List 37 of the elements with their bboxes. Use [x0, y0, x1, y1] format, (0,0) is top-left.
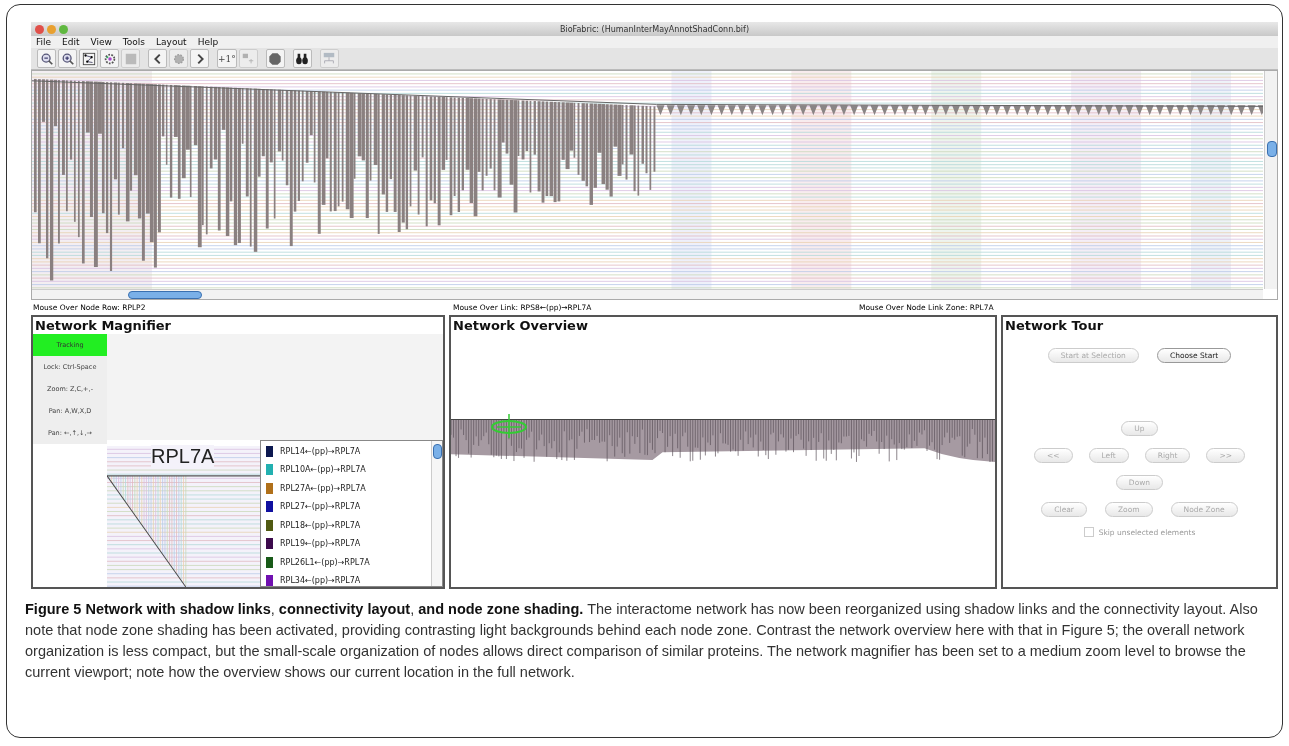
link-list-item[interactable]: RPL10A←(pp)→RPL7A [261, 460, 431, 479]
link-list-item[interactable]: RPL18←(pp)→RPL7A [261, 516, 431, 535]
minimize-icon[interactable] [47, 24, 56, 34]
binoculars-icon[interactable] [295, 51, 310, 66]
window-title: BioFabric: (HumanInterMayAnnotShadConn.bif) [559, 24, 750, 34]
menu-item[interactable]: Tools [122, 37, 146, 47]
zoom-out-icon[interactable] [39, 51, 54, 66]
zoom-window-icon[interactable] [59, 24, 68, 34]
menu-item[interactable]: View [90, 37, 112, 47]
menu-item[interactable]: Help [197, 37, 219, 47]
link-list-item[interactable]: RPL14←(pp)→RPL7A [261, 442, 431, 461]
menu-item[interactable]: Layout [156, 37, 187, 47]
octagon-icon[interactable] [268, 51, 283, 66]
link-list-item[interactable]: RPL26L1←(pp)→RPL7A [261, 553, 431, 572]
panel-title: Network Overview [452, 317, 589, 334]
scroll-thumb[interactable] [128, 291, 202, 299]
panel-title: Network Magnifier [34, 317, 173, 334]
vertical-scrollbar[interactable] [431, 441, 442, 586]
scroll-thumb[interactable] [433, 444, 442, 459]
link-list-item[interactable]: RPL27←(pp)→RPL7A [261, 497, 431, 516]
toolbar-button[interactable]: +1° [217, 49, 237, 68]
close-icon[interactable] [35, 24, 44, 34]
node-label: RPL7A [151, 445, 215, 467]
vertical-scrollbar[interactable] [1264, 71, 1277, 289]
link-list-item[interactable]: RPL34←(pp)→RPL7A [261, 571, 431, 590]
scroll-thumb[interactable] [1267, 141, 1277, 157]
menu-item[interactable]: File [36, 37, 52, 47]
zoom-in-icon[interactable] [60, 51, 75, 66]
panel-title: Network Tour [1004, 317, 1105, 334]
link-list-item[interactable]: RPL27A←(pp)→RPL7A [261, 479, 431, 498]
gear-icon[interactable] [102, 51, 117, 66]
horizontal-scrollbar[interactable] [32, 289, 1263, 299]
location-crosshair-icon [489, 413, 529, 439]
network-fit-icon[interactable] [81, 51, 96, 66]
figure-caption: Figure 5 Network with shadow links, connectivity layout, and node zone shading. The interactome network has now been reorganized using shadow links and the connectivity layout. Also note that node zone shading has been activated, providing contrasting light backgrounds behind each node zone. Contrast the network overview here with that in Figure 5; the overall network organization is less compact, but the small-scale organization of nodes allows direct comparison of similar proteins. The network magnifier has been set to a medium zoom level to browse the current viewport; note how the overview shows our current location in the full network. [25, 600, 1259, 682]
menu-item[interactable]: Edit [62, 37, 80, 47]
link-list-item[interactable]: RPL19←(pp)→RPL7A [261, 534, 431, 553]
